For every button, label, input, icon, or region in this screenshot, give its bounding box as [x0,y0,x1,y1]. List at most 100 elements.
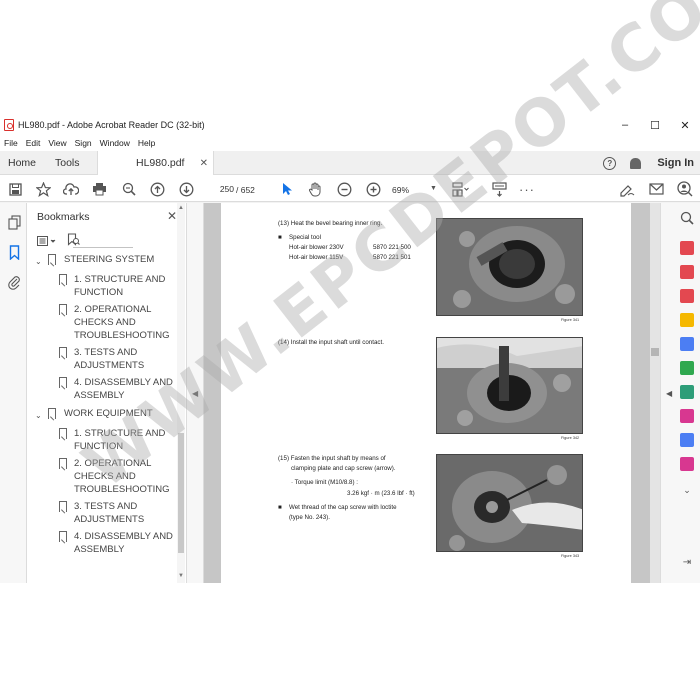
hand-tool-icon[interactable] [306,180,324,198]
title-bar: HL980.pdf - Adobe Acrobat Reader DC (32-… [0,115,700,135]
account-icon[interactable] [676,180,694,198]
acrobat-pdf-icon [4,119,14,131]
minimize-button[interactable]: – [610,115,640,135]
zoom-search-icon[interactable] [120,180,138,198]
close-panel-icon[interactable]: ✕ [167,209,177,223]
collapse-right-panel-handle[interactable]: ◀ [660,203,674,583]
tab-tools[interactable]: Tools [55,151,80,175]
tool-2-number: 5870 221 501 [373,254,411,261]
menu-file[interactable]: File [4,138,18,148]
bookmark-label: 4. DISASSEMBLY AND ASSEMBLY [74,377,173,401]
bookmark-label: 3. TESTS AND ADJUSTMENTS [74,501,145,525]
next-page-icon[interactable] [177,180,195,198]
bookmark-label: 2. OPERATIONAL CHECKS AND TROUBLESHOOTIN… [74,458,170,495]
close-tab-icon[interactable]: ✕ [200,158,208,169]
document-scrollbar[interactable] [650,203,660,583]
zoom-dropdown-chevron-icon[interactable]: ▼ [430,185,437,192]
combine-files-icon[interactable] [680,337,694,351]
zoom-level-value[interactable]: 69% [392,185,409,195]
export-pdf-icon[interactable] [680,241,694,255]
notification-bell-icon[interactable] [630,157,642,169]
figure-caption-2: Figure 342 [561,436,580,440]
menu-bar: File Edit View Sign Window Help [0,135,700,151]
bookmark-label: 4. DISASSEMBLY AND ASSEMBLY [74,531,173,555]
bookmark-options-icon[interactable] [37,233,57,251]
special-tool-bullet-icon: ■ [278,234,282,241]
page-thumbnails-icon[interactable] [5,213,23,231]
attachments-paperclip-icon[interactable] [5,273,23,291]
chevron-down-icon[interactable]: ⌄ [35,255,42,268]
bookmarks-scrollbar-thumb[interactable] [178,433,184,553]
document-viewport[interactable]: (13) Heat the bevel bearing inner ring. … [204,203,650,583]
bookmark-icon [59,501,67,512]
left-navigation-rail [0,203,27,583]
bookmark-icon [59,428,67,439]
acrobat-window: HL980.pdf - Adobe Acrobat Reader DC (32-… [0,0,700,583]
scroll-mode-icon[interactable] [490,180,508,198]
maximize-button[interactable]: ☐ [640,115,670,135]
help-icon[interactable]: ? [603,156,617,170]
comment-icon[interactable] [680,313,694,327]
save-icon[interactable] [6,180,24,198]
fill-and-sign-icon[interactable] [680,409,694,423]
page-display-icon[interactable] [452,180,470,198]
bookmark-icon [48,408,56,419]
collapse-tools-arrow-icon[interactable]: ⇥ [678,553,696,571]
bookmark-icon [59,274,67,285]
star-icon[interactable] [34,180,52,198]
menu-help[interactable]: Help [138,138,155,148]
prepare-form-icon[interactable] [680,457,694,471]
more-tools-icon[interactable]: ··· [518,180,536,198]
menu-view[interactable]: View [48,138,66,148]
tab-bar: Home Tools HL980.pdf ✕ ? Sign In [0,151,700,175]
chevron-down-icon[interactable]: ⌄ [678,481,696,499]
print-icon[interactable] [90,180,108,198]
chevron-left-icon[interactable]: ◀ [192,389,198,398]
organize-pages-icon[interactable] [680,361,694,375]
figure-image-3 [436,454,583,552]
previous-page-icon[interactable] [148,180,166,198]
bookmark-icon [59,531,67,542]
collapse-left-panel-handle[interactable]: ◀ [187,203,204,583]
edit-pdf-icon[interactable] [680,265,694,279]
step-15-text-line2: clamping plate and cap screw (arrow). [291,465,396,472]
total-pages-label: / 652 [236,185,255,195]
figure-image-1 [436,218,583,316]
menu-edit[interactable]: Edit [26,138,41,148]
menu-sign[interactable]: Sign [75,138,92,148]
bookmark-label: 1. STRUCTURE AND FUNCTION [74,428,166,452]
fill-sign-icon[interactable] [618,180,636,198]
torque-limit-value: 3.26 kgf · m (23.6 lbf · ft) [347,490,415,497]
bookmarks-scrollbar[interactable]: ▲ ▼ [177,203,185,583]
bookmarks-panel-title: Bookmarks [37,211,90,223]
sign-in-button[interactable]: Sign In [657,157,694,169]
select-cursor-icon[interactable] [278,180,296,198]
note-bullet-icon: ■ [278,504,282,511]
close-button[interactable]: ✕ [670,115,700,135]
create-pdf-icon[interactable] [680,289,694,303]
upload-cloud-icon[interactable] [62,180,80,198]
tab-document-label: HL980.pdf [136,157,185,169]
protect-shield-icon[interactable] [680,433,694,447]
scan-ocr-icon[interactable] [680,385,694,399]
bookmarks-panel: Bookmarks ✕ ⌄ STEERING SYSTEM 1. STRUCTU… [27,203,187,583]
partial-bookmark-above [73,247,133,251]
page-number-input[interactable] [204,181,234,197]
chevron-left-icon[interactable]: ◀ [666,389,672,398]
chevron-down-icon[interactable]: ⌄ [35,409,42,422]
email-icon[interactable] [647,180,665,198]
tab-home[interactable]: Home [8,151,36,175]
menu-window[interactable]: Window [100,138,130,148]
tool-2-name: Hot-air blower 115V [289,254,344,261]
scroll-up-icon[interactable]: ▲ [178,205,184,211]
bookmarks-panel-icon[interactable] [5,243,23,261]
zoom-out-icon[interactable] [335,180,353,198]
zoom-in-icon[interactable] [364,180,382,198]
bookmark-label: 2. OPERATIONAL CHECKS AND TROUBLESHOOTIN… [74,304,170,341]
document-scrollbar-thumb[interactable] [651,348,659,356]
search-icon[interactable] [678,209,696,227]
tab-document[interactable]: HL980.pdf ✕ [97,151,214,175]
scroll-down-icon[interactable]: ▼ [178,573,184,579]
bookmark-icon [48,254,56,265]
window-title: HL980.pdf - Adobe Acrobat Reader DC (32-… [18,120,205,130]
